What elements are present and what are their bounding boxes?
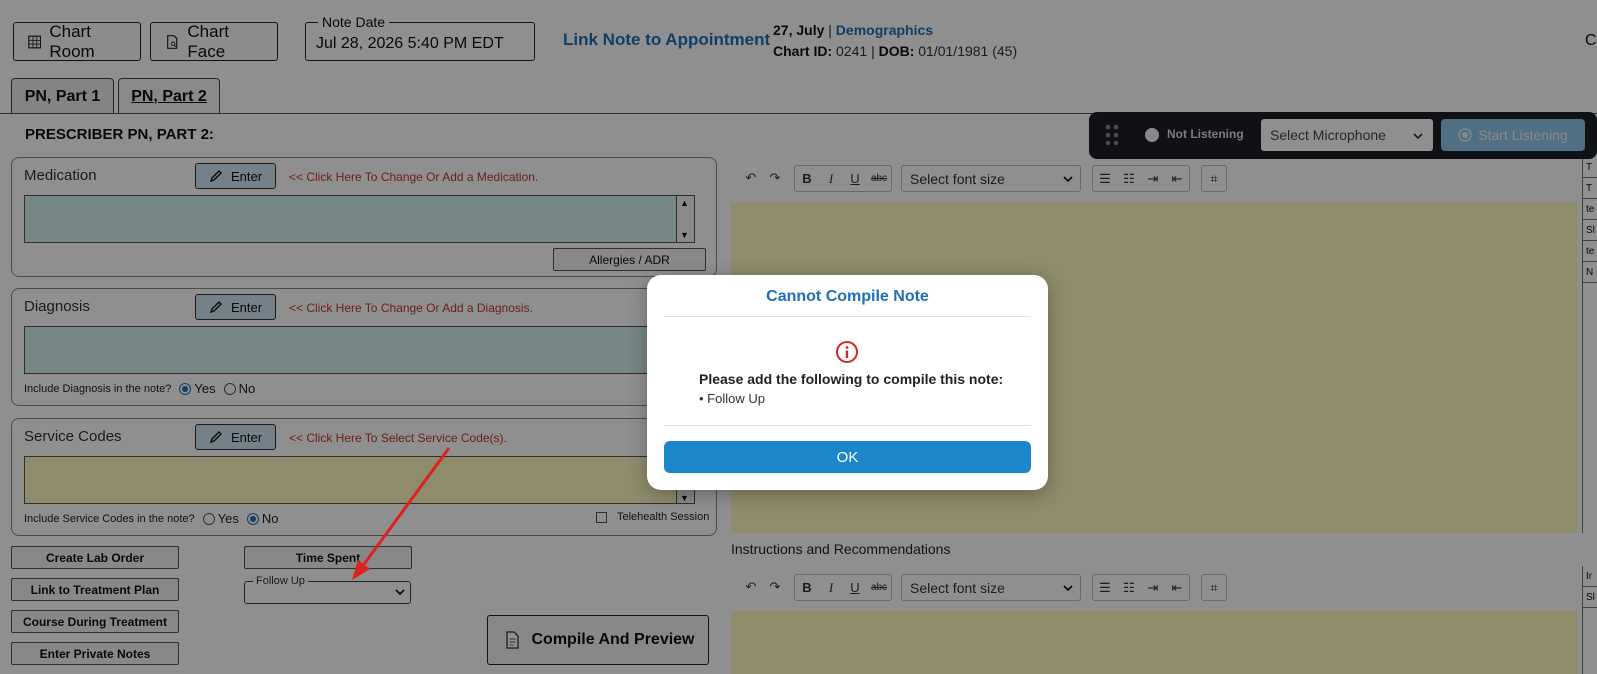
dialog-divider (664, 425, 1031, 426)
dialog-title: Cannot Compile Note (766, 288, 929, 305)
dialog-message: Please add the following to compile this… (699, 371, 1004, 387)
cannot-compile-dialog: Cannot Compile Note Please add the follo… (647, 275, 1048, 490)
ok-button[interactable]: OK (664, 441, 1031, 473)
dialog-divider (664, 316, 1031, 317)
missing-item: • Follow Up (699, 391, 765, 406)
info-icon (836, 341, 858, 363)
